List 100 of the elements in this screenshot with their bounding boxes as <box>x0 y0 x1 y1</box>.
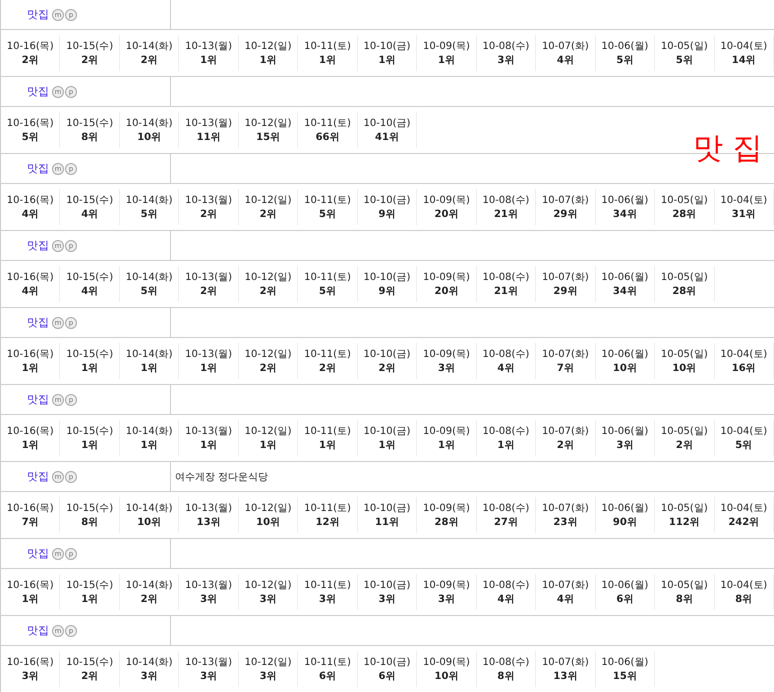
keyword-link[interactable]: 맛집 <box>27 161 49 176</box>
date-label: 10-13(월) <box>185 194 232 207</box>
date-label: 10-06(월) <box>601 425 648 438</box>
date-label: 10-15(수) <box>66 271 114 284</box>
date-label: 10-07(화) <box>542 656 589 669</box>
rank-value: 6위 <box>616 593 634 606</box>
rank-value: 1위 <box>81 439 98 452</box>
rank-value: 1위 <box>22 362 39 375</box>
rank-value: 4위 <box>22 285 39 298</box>
rank-value: 20위 <box>434 285 458 298</box>
date-label: 10-09(목) <box>423 502 470 515</box>
date-label: 10-12(일) <box>244 425 292 438</box>
date-label: 10-04(토) <box>720 502 768 515</box>
rank-value: 8위 <box>81 516 98 529</box>
keyword-link[interactable]: 맛집 <box>27 469 49 484</box>
date-label: 10-12(일) <box>244 502 292 515</box>
rank-value: 5위 <box>22 131 39 144</box>
rank-value: 1위 <box>22 593 39 606</box>
rank-value: 2위 <box>140 593 158 606</box>
rank-value: 8위 <box>735 593 752 606</box>
rank-value: 5위 <box>140 285 158 298</box>
keyword-link[interactable]: 맛집 <box>27 623 49 638</box>
date-label: 10-06(월) <box>601 502 648 515</box>
date-label: 10-16(목) <box>6 579 54 592</box>
date-label: 10-12(일) <box>244 348 292 361</box>
rank-value: 2위 <box>260 285 277 298</box>
date-label: 10-09(목) <box>423 40 470 53</box>
rank-value: 6위 <box>378 670 396 683</box>
rank-value: 2위 <box>22 54 39 67</box>
date-label: 10-06(월) <box>601 40 648 53</box>
date-label: 10-11(토) <box>304 425 351 438</box>
keyword-link[interactable]: 맛집 <box>27 546 49 561</box>
keyword-link[interactable]: 맛집 <box>27 7 49 22</box>
rank-value: 28위 <box>672 208 696 221</box>
rank-value: 10위 <box>672 362 696 375</box>
rank-value: 242위 <box>728 516 760 529</box>
rank-value: 3위 <box>378 593 396 606</box>
date-label: 10-05(일) <box>660 502 708 515</box>
rank-value: 21위 <box>494 285 518 298</box>
rank-value: 5위 <box>319 208 336 221</box>
date-label: 10-08(수) <box>482 271 530 284</box>
keyword-link[interactable]: 맛집 <box>27 238 49 253</box>
rank-value: 10위 <box>434 670 458 683</box>
date-label: 10-14(화) <box>126 656 173 669</box>
rank-value: 2위 <box>200 285 218 298</box>
rank-value: 5위 <box>616 54 634 67</box>
rank-value: 8위 <box>497 670 514 683</box>
date-label: 10-10(금) <box>364 656 410 669</box>
rank-value: 1위 <box>140 362 158 375</box>
rank-value: 10위 <box>612 362 637 375</box>
rank-value: 10위 <box>256 516 280 529</box>
rank-value: 5위 <box>140 208 158 221</box>
date-label: 10-04(토) <box>720 425 768 438</box>
rank-value: 21위 <box>494 208 518 221</box>
rank-value: 29위 <box>553 285 578 298</box>
date-label: 10-04(토) <box>720 40 768 53</box>
rank-value: 2위 <box>140 54 158 67</box>
date-label: 10-09(목) <box>423 425 470 438</box>
rank-value: 90위 <box>612 516 637 529</box>
rank-value: 66위 <box>316 131 340 144</box>
overlay-label: 맛 집 <box>693 130 763 168</box>
date-label: 10-07(화) <box>542 579 589 592</box>
rank-value: 2위 <box>81 54 98 67</box>
date-label: 10-05(일) <box>660 194 708 207</box>
rank-value: 8위 <box>676 593 693 606</box>
date-label: 10-16(목) <box>6 271 54 284</box>
rank-value: 1위 <box>319 54 336 67</box>
date-label: 10-16(목) <box>6 502 54 515</box>
rank-value: 5위 <box>676 54 693 67</box>
rank-value: 5위 <box>319 285 336 298</box>
rank-value: 23위 <box>553 516 578 529</box>
date-label: 10-06(월) <box>601 579 648 592</box>
date-label: 10-14(화) <box>126 40 173 53</box>
rank-value: 10위 <box>137 516 162 529</box>
date-label: 10-16(목) <box>6 348 54 361</box>
rank-value: 2위 <box>556 439 574 452</box>
date-label: 10-08(수) <box>482 348 530 361</box>
keyword-link[interactable]: 맛집 <box>27 84 49 99</box>
rank-value: 9위 <box>378 285 396 298</box>
date-label: 10-05(일) <box>660 348 708 361</box>
date-label: 10-05(일) <box>660 40 708 53</box>
rank-value: 3위 <box>260 670 277 683</box>
rank-value: 1위 <box>438 439 455 452</box>
date-label: 10-11(토) <box>304 579 351 592</box>
rank-value: 11위 <box>196 131 221 144</box>
date-label: 10-11(토) <box>304 271 351 284</box>
rank-value: 1위 <box>260 54 277 67</box>
rank-value: 4위 <box>497 362 514 375</box>
rank-value: 31위 <box>732 208 756 221</box>
date-label: 10-14(화) <box>126 271 173 284</box>
date-label: 10-08(수) <box>482 40 530 53</box>
keyword-link[interactable]: 맛집 <box>27 392 49 407</box>
date-label: 10-14(화) <box>126 579 173 592</box>
rank-value: 11위 <box>375 516 399 529</box>
date-label: 10-16(목) <box>6 40 54 53</box>
date-label: 10-07(화) <box>542 194 589 207</box>
rank-value: 7위 <box>556 362 574 375</box>
rank-value: 4위 <box>81 285 98 298</box>
rank-value: 28위 <box>434 516 458 529</box>
keyword-link[interactable]: 맛집 <box>27 315 49 330</box>
